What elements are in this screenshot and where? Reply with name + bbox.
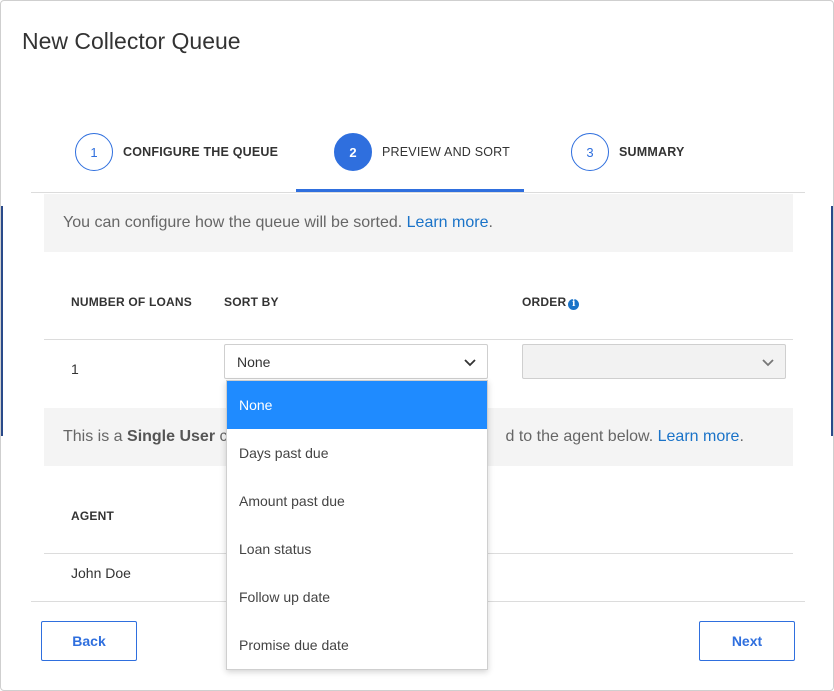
order-header: ORDER i xyxy=(522,295,580,310)
order-header-label: ORDER xyxy=(522,295,567,309)
info-icon[interactable]: i xyxy=(568,299,580,310)
sort-option-amount-past-due[interactable]: Amount past due xyxy=(227,477,487,525)
step-configure-the-queue[interactable]: 1 CONFIGURE THE QUEUE xyxy=(75,133,278,171)
number-of-loans-value: 1 xyxy=(71,361,79,377)
agent-name: John Doe xyxy=(71,565,131,581)
step-label: PREVIEW AND SORT xyxy=(382,145,510,159)
background-edge xyxy=(831,206,833,436)
dialog-title: New Collector Queue xyxy=(22,28,241,54)
learn-more-link[interactable]: Learn more xyxy=(407,214,489,232)
background-edge xyxy=(1,206,3,436)
queue-info-prefix: This is a xyxy=(63,428,128,445)
chevron-down-icon xyxy=(762,359,774,367)
sort-option-promise-due-date[interactable]: Promise due date xyxy=(227,621,487,669)
agent-header: AGENT xyxy=(71,509,114,523)
step-label: SUMMARY xyxy=(619,145,685,159)
table-divider xyxy=(44,339,793,340)
queue-type: Single User xyxy=(127,428,216,445)
step-number-circle: 1 xyxy=(75,133,113,171)
sort-by-select[interactable]: None xyxy=(224,344,488,379)
chevron-down-icon xyxy=(464,359,476,367)
order-select[interactable] xyxy=(522,344,786,379)
sort-option-loan-status[interactable]: Loan status xyxy=(227,525,487,573)
sort-option-follow-up-date[interactable]: Follow up date xyxy=(227,573,487,621)
queue-info-trail: . xyxy=(739,428,744,445)
learn-more-link[interactable]: Learn more xyxy=(658,428,740,446)
step-summary[interactable]: 3 SUMMARY xyxy=(571,133,685,171)
step-number-circle: 3 xyxy=(571,133,609,171)
sort-info-banner: You can configure how the queue will be … xyxy=(44,194,793,252)
sort-option-none[interactable]: None xyxy=(227,381,487,429)
queue-info-end: d to the agent below. xyxy=(505,428,658,445)
sort-by-dropdown-menu: None Days past due Amount past due Loan … xyxy=(226,380,488,670)
sort-by-header: SORT BY xyxy=(224,295,279,309)
sort-option-days-past-due[interactable]: Days past due xyxy=(227,429,487,477)
step-label: CONFIGURE THE QUEUE xyxy=(123,145,279,159)
new-collector-queue-dialog: New Collector Queue 1 CONFIGURE THE QUEU… xyxy=(0,0,834,691)
next-button[interactable]: Next xyxy=(699,621,795,661)
sort-info-text: You can configure how the queue will be … xyxy=(63,214,407,231)
sort-by-selected-value: None xyxy=(237,353,271,370)
wizard-stepper: 1 CONFIGURE THE QUEUE 2 PREVIEW AND SORT… xyxy=(31,113,805,193)
step-number-circle: 2 xyxy=(334,133,372,171)
sort-info-trail: . xyxy=(488,214,493,231)
active-step-indicator xyxy=(296,189,524,192)
step-preview-and-sort[interactable]: 2 PREVIEW AND SORT xyxy=(334,133,510,171)
number-of-loans-header: NUMBER OF LOANS xyxy=(71,295,192,309)
back-button[interactable]: Back xyxy=(41,621,137,661)
